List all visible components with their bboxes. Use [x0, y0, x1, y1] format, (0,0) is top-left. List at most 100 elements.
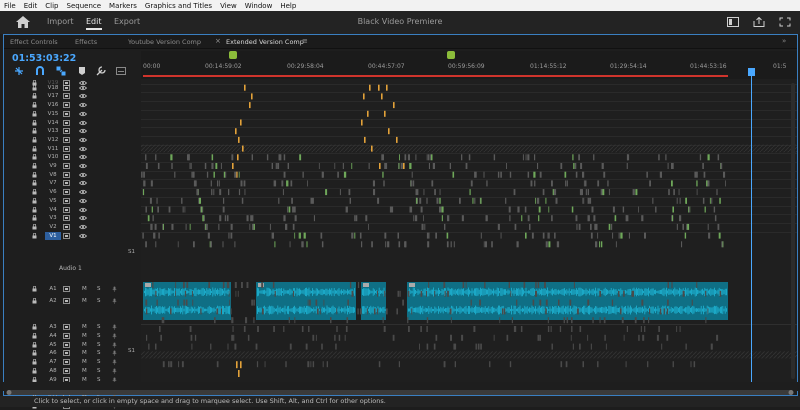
sync-lock-icon[interactable] — [63, 93, 70, 100]
eye-icon[interactable] — [79, 233, 87, 239]
eye-icon[interactable] — [79, 102, 87, 108]
track-name[interactable]: V16 — [45, 101, 61, 109]
lock-icon[interactable] — [32, 110, 37, 117]
sync-lock-icon[interactable] — [63, 145, 70, 152]
track-name[interactable]: A8 — [45, 367, 61, 375]
lock-icon[interactable] — [32, 232, 37, 239]
lock-icon[interactable] — [32, 368, 37, 374]
track-name[interactable]: V14 — [45, 119, 61, 127]
lock-icon[interactable] — [32, 206, 37, 213]
solo-button[interactable]: S — [97, 297, 101, 305]
track-name[interactable]: A7 — [45, 358, 61, 366]
eye-icon[interactable] — [79, 189, 87, 195]
sync-lock-icon[interactable] — [63, 286, 70, 292]
share-icon[interactable] — [753, 17, 765, 27]
sync-lock-icon[interactable] — [63, 110, 70, 117]
sync-lock-icon[interactable] — [63, 180, 70, 187]
mute-button[interactable]: M — [82, 349, 87, 357]
solo-button[interactable]: S — [97, 349, 101, 357]
eye-icon[interactable] — [79, 172, 87, 178]
solo-button[interactable]: S — [97, 341, 101, 349]
sync-lock-icon[interactable] — [63, 350, 70, 357]
track-name[interactable]: V7 — [45, 179, 61, 187]
lock-icon[interactable] — [32, 359, 37, 365]
sync-lock-icon[interactable] — [63, 154, 70, 161]
microphone-icon[interactable] — [112, 333, 117, 339]
mute-button[interactable]: M — [82, 367, 87, 375]
lock-icon[interactable] — [32, 197, 37, 204]
lock-icon[interactable] — [32, 93, 37, 99]
tab-youtube-version-comp[interactable]: Youtube Version Comp — [128, 38, 201, 46]
track-name[interactable]: A4 — [45, 332, 61, 340]
track-name[interactable]: A5 — [45, 341, 61, 349]
work-area-bar[interactable] — [141, 51, 797, 61]
mute-button[interactable]: M — [82, 358, 87, 366]
menu-help[interactable]: Help — [276, 2, 300, 10]
menu-file[interactable]: File — [0, 2, 20, 10]
microphone-icon[interactable] — [112, 286, 117, 292]
solo-button[interactable]: S — [97, 285, 101, 293]
mute-button[interactable]: M — [82, 323, 87, 331]
microphone-icon[interactable] — [112, 368, 117, 374]
solo-button[interactable]: S — [97, 367, 101, 375]
menu-markers[interactable]: Markers — [105, 2, 141, 10]
track-name[interactable]: V2 — [45, 223, 61, 231]
lock-icon[interactable] — [32, 163, 37, 169]
lock-icon[interactable] — [32, 324, 37, 330]
track-name[interactable]: A2 — [45, 297, 61, 305]
eye-icon[interactable] — [79, 154, 87, 160]
microphone-icon[interactable] — [112, 298, 117, 304]
time-ruler[interactable]: 00:00 00:14:59:02 00:29:58:04 00:44:57:0… — [141, 51, 797, 79]
sync-lock-icon[interactable] — [63, 206, 70, 213]
lock-icon[interactable] — [32, 286, 37, 292]
sync-lock-icon[interactable] — [63, 119, 70, 126]
lock-icon[interactable] — [32, 189, 37, 195]
eye-icon[interactable] — [79, 207, 87, 213]
lock-icon[interactable] — [32, 102, 37, 108]
sync-lock-icon[interactable] — [63, 163, 70, 169]
sync-lock-icon[interactable] — [63, 84, 70, 91]
eye-icon[interactable] — [79, 224, 87, 230]
playhead-timecode[interactable]: 01:53:03:22 — [12, 53, 76, 64]
fullscreen-icon[interactable] — [779, 17, 791, 27]
workspace-panel-icon[interactable] — [727, 17, 739, 27]
track-name[interactable]: V18 — [45, 84, 61, 92]
solo-button[interactable]: S — [97, 358, 101, 366]
track-name[interactable]: V11 — [45, 145, 61, 153]
sync-lock-icon[interactable] — [63, 128, 70, 135]
solo-button[interactable]: S — [97, 332, 101, 340]
lock-icon[interactable] — [32, 223, 37, 230]
menu-window[interactable]: Window — [241, 2, 277, 10]
track-name[interactable]: V4 — [45, 206, 61, 214]
track-name[interactable]: V17 — [45, 92, 61, 100]
mute-button[interactable]: M — [82, 341, 87, 349]
lock-icon[interactable] — [32, 154, 37, 160]
chevron-right-icon[interactable]: » — [782, 37, 786, 45]
sync-lock-icon[interactable] — [63, 324, 70, 330]
sync-lock-icon[interactable] — [63, 137, 70, 143]
track-name[interactable]: V8 — [45, 171, 61, 179]
nest-icon[interactable] — [14, 66, 24, 76]
lock-icon[interactable] — [32, 350, 37, 356]
eye-icon[interactable] — [79, 215, 87, 221]
lock-icon[interactable] — [32, 215, 37, 221]
sync-lock-icon[interactable] — [63, 359, 70, 366]
solo-button[interactable]: S — [97, 323, 101, 331]
eye-icon[interactable] — [79, 93, 87, 99]
menu-view[interactable]: View — [216, 2, 241, 10]
microphone-icon[interactable] — [112, 350, 117, 357]
sync-lock-icon[interactable] — [63, 102, 70, 108]
eye-icon[interactable] — [79, 180, 87, 186]
track-area[interactable] — [141, 79, 797, 385]
eye-icon[interactable] — [79, 85, 87, 91]
mute-button[interactable]: M — [82, 332, 87, 340]
track-name[interactable]: V6 — [45, 188, 61, 196]
close-icon[interactable]: × — [215, 37, 221, 45]
tab-extended-version-comp[interactable]: Extended Version Comp — [226, 38, 304, 46]
track-name[interactable]: V5 — [45, 197, 61, 205]
lock-icon[interactable] — [32, 332, 37, 339]
microphone-icon[interactable] — [112, 342, 117, 348]
sync-lock-icon[interactable] — [63, 171, 70, 178]
track-name[interactable]: V9 — [45, 162, 61, 170]
mute-button[interactable]: M — [82, 297, 87, 305]
